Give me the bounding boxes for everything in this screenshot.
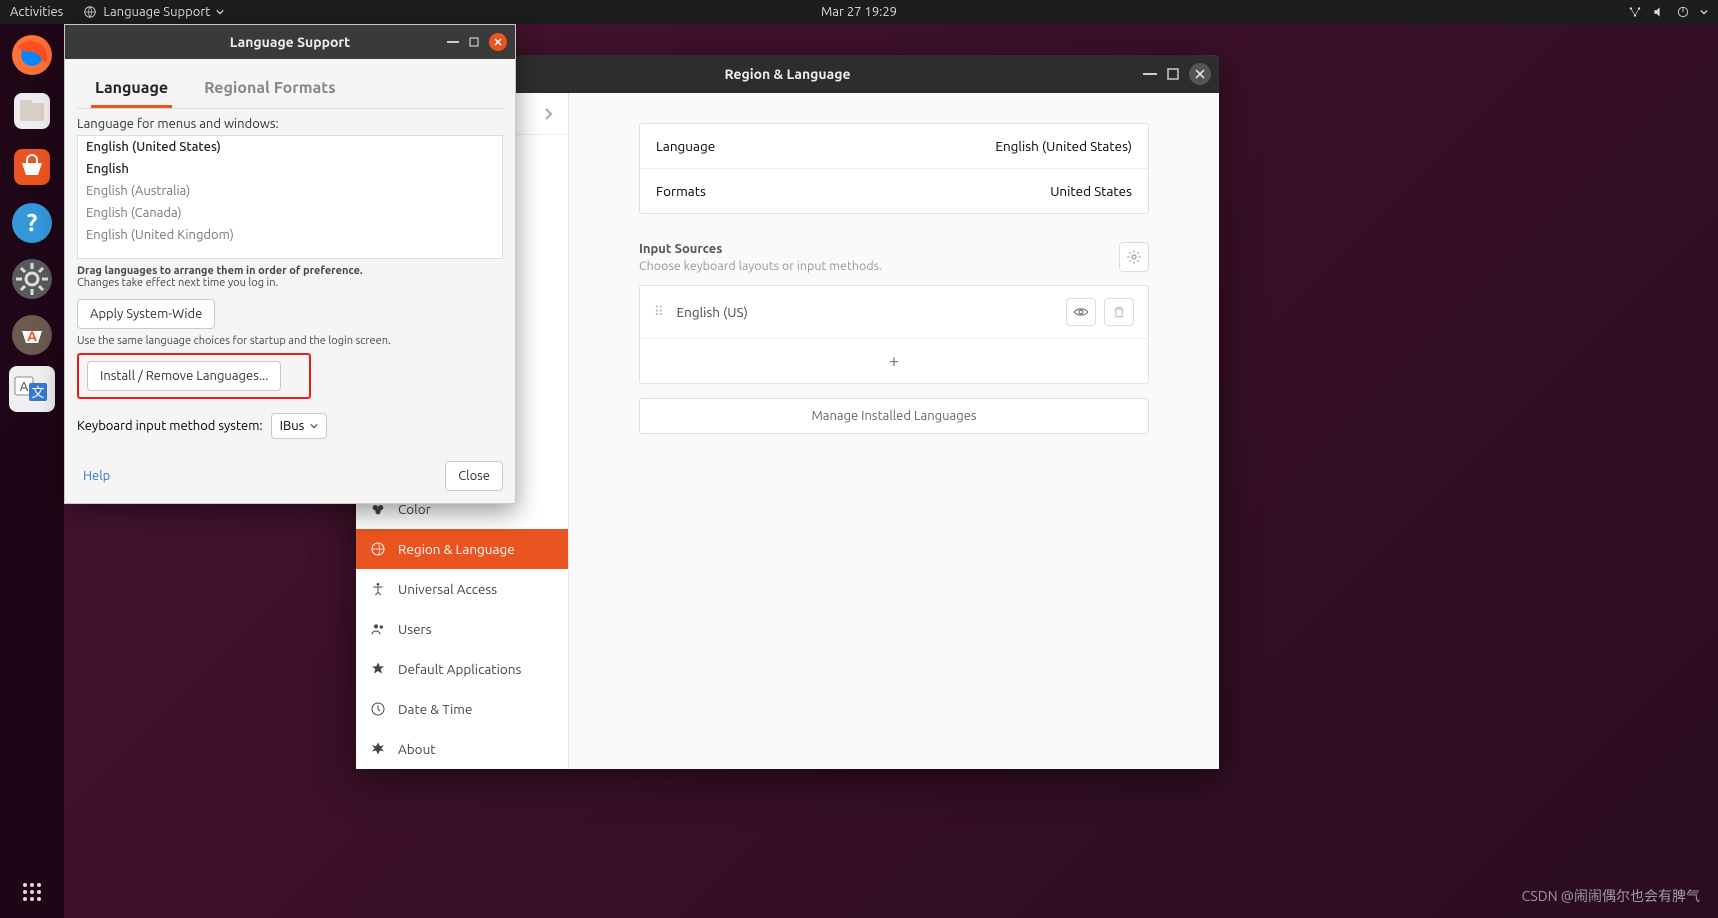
language-launcher[interactable]: A文 bbox=[9, 366, 55, 412]
watermark: CSDN @闹闹偶尔也会有脾气 bbox=[1522, 886, 1700, 906]
row-value: United States bbox=[1050, 183, 1132, 199]
settings-launcher[interactable] bbox=[7, 254, 57, 304]
row-label: Formats bbox=[656, 183, 706, 199]
sidebar-item-default-apps[interactable]: Default Applications bbox=[356, 649, 568, 689]
sidebar-item-users[interactable]: Users bbox=[356, 609, 568, 649]
list-item[interactable]: English (Canada) bbox=[78, 202, 502, 224]
sidebar-item-label: Default Applications bbox=[398, 661, 521, 677]
drag-handle-icon[interactable]: ⠿ bbox=[654, 309, 665, 315]
globe-icon bbox=[83, 5, 97, 19]
list-item[interactable]: English (Australia) bbox=[78, 180, 502, 202]
keyboard-method-select[interactable]: IBus bbox=[271, 413, 328, 439]
system-tray[interactable] bbox=[1628, 5, 1708, 19]
help-launcher[interactable]: ? bbox=[7, 198, 57, 248]
settings-title: Region & Language bbox=[724, 66, 850, 82]
language-support-dialog: Language Support Language Regional Forma… bbox=[64, 24, 516, 504]
remove-source-button[interactable] bbox=[1104, 298, 1134, 326]
network-icon bbox=[1628, 5, 1642, 19]
input-source-label: English (US) bbox=[677, 304, 748, 320]
updater-launcher[interactable]: A bbox=[7, 310, 57, 360]
install-remove-highlight: Install / Remove Languages... bbox=[77, 353, 311, 399]
clock[interactable]: Mar 27 19:29 bbox=[821, 5, 897, 19]
select-value: IBus bbox=[280, 419, 305, 433]
close-dialog-button[interactable]: Close bbox=[445, 461, 503, 491]
tab-language[interactable]: Language bbox=[91, 71, 172, 108]
chevron-down-icon bbox=[216, 8, 224, 16]
chevron-down-icon bbox=[1700, 8, 1708, 16]
section-label: Input Sources bbox=[639, 242, 882, 256]
apply-system-wide-button[interactable]: Apply System-Wide bbox=[77, 299, 215, 329]
input-sources-settings-button[interactable] bbox=[1119, 242, 1149, 272]
sidebar-item-datetime[interactable]: Date & Time bbox=[356, 689, 568, 729]
help-link[interactable]: Help bbox=[77, 469, 110, 483]
volume-icon bbox=[1652, 5, 1666, 19]
close-button[interactable] bbox=[1189, 63, 1211, 85]
dialog-tabs: Language Regional Formats bbox=[77, 69, 503, 109]
sidebar-item-about[interactable]: About bbox=[356, 729, 568, 769]
row-label: Language bbox=[656, 138, 715, 154]
svg-text:文: 文 bbox=[31, 386, 44, 400]
settings-main: Language English (United States) Formats… bbox=[569, 93, 1219, 769]
add-input-source-button[interactable]: + bbox=[640, 339, 1148, 383]
list-item[interactable]: English bbox=[78, 158, 502, 180]
close-button[interactable] bbox=[489, 33, 507, 51]
minimize-button[interactable] bbox=[1143, 73, 1157, 75]
language-formats-card: Language English (United States) Formats… bbox=[639, 123, 1149, 214]
files-launcher[interactable] bbox=[7, 86, 57, 136]
app-menu[interactable]: Language Support bbox=[83, 5, 224, 19]
row-value: English (United States) bbox=[995, 138, 1132, 154]
language-row[interactable]: Language English (United States) bbox=[640, 124, 1148, 168]
input-source-row[interactable]: ⠿ English (US) bbox=[640, 286, 1148, 339]
dialog-titlebar: Language Support bbox=[65, 25, 515, 59]
software-launcher[interactable] bbox=[7, 142, 57, 192]
activities-button[interactable]: Activities bbox=[10, 5, 63, 19]
sidebar-item-label: Users bbox=[398, 621, 432, 637]
drag-hint: Drag languages to arrange them in order … bbox=[77, 265, 503, 289]
sidebar-item-label: Universal Access bbox=[398, 581, 497, 597]
gnome-topbar: Activities Language Support Mar 27 19:29 bbox=[0, 0, 1718, 24]
list-item[interactable]: English (United States) bbox=[78, 136, 502, 158]
chevron-down-icon bbox=[310, 422, 318, 430]
list-item[interactable]: English (United Kingdom) bbox=[78, 224, 502, 246]
sidebar-item-region[interactable]: Region & Language bbox=[356, 529, 568, 569]
svg-text:?: ? bbox=[27, 209, 38, 236]
formats-row[interactable]: Formats United States bbox=[640, 168, 1148, 213]
firefox-launcher[interactable] bbox=[7, 30, 57, 80]
sidebar-item-label: Date & Time bbox=[398, 701, 472, 717]
input-sources-section: Input Sources Choose keyboard layouts or… bbox=[639, 242, 1149, 434]
maximize-button[interactable] bbox=[1167, 68, 1179, 80]
sidebar-item-access[interactable]: Universal Access bbox=[356, 569, 568, 609]
section-subtitle: Choose keyboard layouts or input methods… bbox=[639, 259, 882, 273]
sidebar-item-label: Region & Language bbox=[398, 541, 515, 557]
apply-hint: Use the same language choices for startu… bbox=[77, 335, 503, 347]
install-remove-languages-button[interactable]: Install / Remove Languages... bbox=[87, 361, 281, 391]
tab-regional-formats[interactable]: Regional Formats bbox=[200, 71, 340, 108]
minimize-button[interactable] bbox=[447, 41, 459, 43]
svg-text:A: A bbox=[27, 328, 37, 344]
show-apps-button[interactable] bbox=[0, 880, 64, 904]
dock: ? A A文 bbox=[0, 24, 64, 918]
language-priority-list[interactable]: English (United States) English English … bbox=[77, 135, 503, 259]
sidebar-item-label: About bbox=[398, 741, 436, 757]
maximize-button[interactable] bbox=[469, 37, 479, 47]
manage-languages-button[interactable]: Manage Installed Languages bbox=[639, 398, 1149, 434]
app-menu-label: Language Support bbox=[103, 5, 210, 19]
svg-text:A: A bbox=[20, 380, 29, 394]
view-layout-button[interactable] bbox=[1066, 298, 1096, 326]
keyboard-method-label: Keyboard input method system: bbox=[77, 419, 263, 433]
power-icon bbox=[1676, 5, 1690, 19]
dialog-title: Language Support bbox=[230, 34, 350, 50]
menus-windows-label: Language for menus and windows: bbox=[77, 117, 503, 131]
